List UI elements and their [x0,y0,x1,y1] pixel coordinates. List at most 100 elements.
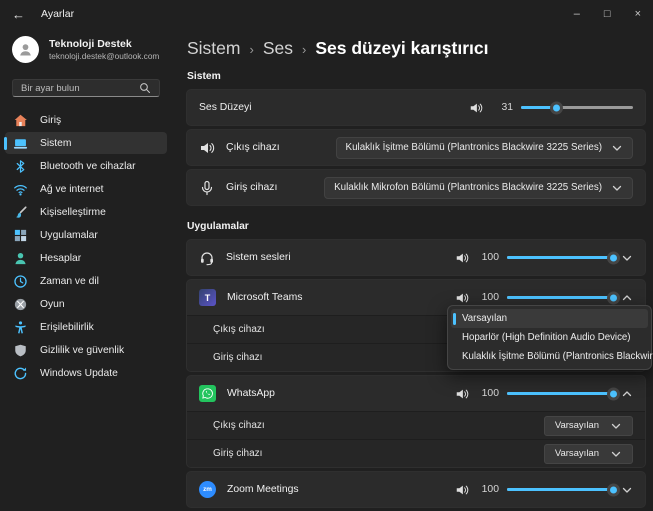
breadcrumb: Sistem › Ses › Ses düzeyi karıştırıcı [186,38,646,59]
sidebar-item-label: Hesaplar [40,253,81,264]
search-icon [139,82,151,94]
breadcrumb-separator: › [249,41,253,57]
slider-thumb[interactable] [550,101,563,114]
breadcrumb-system[interactable]: Sistem [187,38,240,59]
whatsapp-output-device-row: Çıkış cihazı Varsayılan [187,411,645,439]
app-name: Zoom Meetings [227,484,299,495]
maximize-button[interactable]: □ [604,8,611,20]
output-device-label: Çıkış cihazı [226,142,280,153]
sidebar-item-accounts[interactable]: Hesaplar [5,247,167,269]
output-device-value: Kulaklık İşitme Bölümü (Plantronics Blac… [346,142,602,153]
app-volume-slider[interactable] [507,291,613,305]
app-volume-value: 100 [477,252,499,263]
app-volume-value: 100 [477,484,499,495]
speaker-icon[interactable] [455,387,469,401]
sidebar-item-label: Ağ ve internet [40,184,104,195]
app-volume-slider[interactable] [507,387,613,401]
sidebar: Teknoloji Destek teknoloji.destek@outloo… [0,28,172,511]
whatsapp-output-device-dropdown[interactable]: Varsayılan [544,416,633,436]
chevron-down-icon [611,142,623,154]
teams-output-device-label: Çıkış cihazı [213,324,265,335]
app-volume-slider[interactable] [507,483,613,497]
breadcrumb-sound[interactable]: Ses [263,38,293,59]
app-volume-value: 100 [477,292,499,303]
microphone-icon [199,180,215,196]
sidebar-item-system[interactable]: Sistem [5,132,167,154]
whatsapp-input-device-value: Varsayılan [555,448,599,459]
sidebar-item-label: Oyun [40,299,65,310]
flyout-option-label: Kulaklık İşitme Bölümü (Plantronics Blac… [462,351,653,362]
sidebar-item-label: Zaman ve dil [40,276,99,287]
slider-thumb[interactable] [607,387,620,400]
back-arrow-icon[interactable]: ← [12,7,25,22]
section-label-apps: Uygulamalar [186,221,646,232]
flyout-option-speakers[interactable]: Hoparlör (High Definition Audio Device) [451,328,648,347]
search-input[interactable]: Bir ayar bulun [12,79,160,97]
input-device-label: Giriş cihazı [226,182,277,193]
speaker-icon[interactable] [455,483,469,497]
close-button[interactable]: × [635,8,641,20]
chevron-down-icon [610,448,622,460]
app-row-whatsapp: WhatsApp 100 Çıkış cihazı Varsayılan [186,375,646,468]
expand-chevron-down-icon[interactable] [621,252,633,264]
system-volume-card: Ses Düzeyi 31 [186,89,646,126]
flyout-option-headphones[interactable]: Kulaklık İşitme Bölümü (Plantronics Blac… [451,347,648,366]
output-device-flyout: Varsayılan Hoparlör (High Definition Aud… [447,305,652,370]
headset-icon [199,250,215,266]
settings-content: Sistem › Ses › Ses düzeyi karıştırıcı Si… [172,28,653,511]
slider-thumb[interactable] [607,483,620,496]
output-speaker-icon [199,140,215,156]
sidebar-item-privacy[interactable]: Gizlilik ve güvenlik [5,339,167,361]
sidebar-item-apps[interactable]: Uygulamalar [5,224,167,246]
sidebar-nav: Giriş Sistem Bluetooth ve cihazlar Ağ ve… [0,109,172,384]
account-email: teknoloji.destek@outlook.com [49,51,159,61]
app-name: Sistem sesleri [226,252,291,263]
sidebar-item-label: Kişiselleştirme [40,207,106,218]
slider-thumb[interactable] [607,251,620,264]
microsoft-teams-icon: T [199,289,216,306]
sidebar-item-home[interactable]: Giriş [5,109,167,131]
titlebar: ← Ayarlar – □ × [0,0,653,28]
page-title: Ses düzeyi karıştırıcı [315,38,488,59]
speaker-icon[interactable] [455,251,469,265]
flyout-option-label: Hoparlör (High Definition Audio Device) [462,332,631,343]
expand-chevron-down-icon[interactable] [621,484,633,496]
whatsapp-output-device-label: Çıkış cihazı [213,420,265,431]
minimize-button[interactable]: – [574,8,580,20]
search-placeholder: Bir ayar bulun [21,83,80,94]
app-volume-slider[interactable] [507,251,613,265]
whatsapp-input-device-dropdown[interactable]: Varsayılan [544,444,633,464]
flyout-option-default[interactable]: Varsayılan [451,309,648,328]
collapse-chevron-up-icon[interactable] [621,292,633,304]
app-name: Microsoft Teams [227,292,302,303]
app-row-system-sounds: Sistem sesleri 100 [186,239,646,276]
sidebar-item-label: Uygulamalar [40,230,98,241]
slider-thumb[interactable] [607,291,620,304]
sidebar-item-bluetooth[interactable]: Bluetooth ve cihazlar [5,155,167,177]
account-summary[interactable]: Teknoloji Destek teknoloji.destek@outloo… [0,30,172,63]
input-device-dropdown[interactable]: Kulaklık Mikrofon Bölümü (Plantronics Bl… [324,177,633,199]
sidebar-item-time-language[interactable]: Zaman ve dil [5,270,167,292]
sidebar-item-windows-update[interactable]: Windows Update [5,362,167,384]
app-row-zoom-meetings: zm Zoom Meetings 100 [186,471,646,508]
speaker-icon[interactable] [455,291,469,305]
collapse-chevron-up-icon[interactable] [621,388,633,400]
speaker-icon[interactable] [469,101,483,115]
input-device-card: Giriş cihazı Kulaklık Mikrofon Bölümü (P… [186,169,646,206]
whatsapp-input-device-row: Giriş cihazı Varsayılan [187,439,645,467]
account-name: Teknoloji Destek [49,38,159,51]
sidebar-item-gaming[interactable]: Oyun [5,293,167,315]
sidebar-item-label: Gizlilik ve güvenlik [40,345,124,356]
volume-value: 31 [491,102,513,113]
input-device-value: Kulaklık Mikrofon Bölümü (Plantronics Bl… [334,182,602,193]
sidebar-item-label: Sistem [40,138,71,149]
system-volume-slider[interactable] [521,101,633,115]
sidebar-item-personalization[interactable]: Kişiselleştirme [5,201,167,223]
sidebar-item-accessibility[interactable]: Erişilebilirlik [5,316,167,338]
avatar [12,36,39,63]
chevron-down-icon [611,182,623,194]
volume-label: Ses Düzeyi [199,102,252,113]
sidebar-item-label: Erişilebilirlik [40,322,94,333]
output-device-dropdown[interactable]: Kulaklık İşitme Bölümü (Plantronics Blac… [336,137,633,159]
sidebar-item-network[interactable]: Ağ ve internet [5,178,167,200]
